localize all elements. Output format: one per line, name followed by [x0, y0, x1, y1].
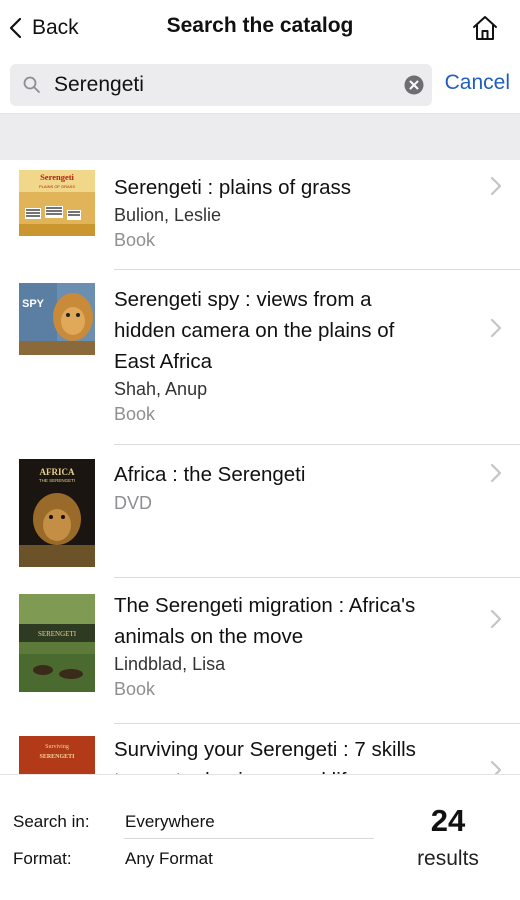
format-value[interactable]: Any Format [125, 849, 213, 869]
chevron-right-icon [490, 463, 502, 483]
book-cover-image: SERENGETI [19, 594, 95, 692]
results-count: 24 [430, 803, 466, 838]
search-field-container[interactable] [10, 64, 432, 106]
search-input[interactable] [54, 73, 384, 97]
search-in-row[interactable]: Search in: Everywhere [13, 812, 215, 832]
search-bar: Cancel [0, 56, 520, 114]
result-title: Serengeti : plains of grass [114, 176, 352, 199]
search-in-value[interactable]: Everywhere [125, 812, 215, 832]
search-in-label: Search in: [13, 812, 90, 831]
cover-subtitle-text: SERENGETI [39, 754, 75, 760]
cover-title-text: AFRICA [40, 467, 75, 477]
search-icon [23, 76, 40, 93]
result-title: Serengeti spy : views from a [114, 288, 372, 311]
book-cover-image: SPY [19, 283, 95, 355]
list-item[interactable]: SPY Serengeti spy : views from a hidden … [0, 270, 520, 445]
chevron-right-icon [490, 318, 502, 338]
book-cover-image: Surviving SERENGETI [19, 736, 95, 774]
result-author: Lindblad, Lisa [114, 654, 226, 674]
format-row[interactable]: Format: Any Format [13, 849, 213, 869]
cover-title-text: Surviving [45, 744, 69, 750]
result-author: Bulion, Leslie [114, 205, 222, 225]
result-format: Book [114, 679, 156, 699]
cover-subtitle-text: PLAINS OF GRASS [39, 184, 75, 189]
page-title: Search the catalog [166, 14, 354, 37]
dvd-cover-image: AFRICA THE SERENGETI [19, 459, 95, 567]
chevron-right-icon [490, 609, 502, 629]
clear-search-icon[interactable] [404, 75, 424, 95]
result-author: Shah, Anup [114, 379, 208, 399]
format-label: Format: [13, 849, 72, 868]
navigation-bar: Back Search the catalog [0, 0, 520, 56]
results-label: results [417, 847, 479, 870]
results-list[interactable]: Serengeti PLAINS OF GRASS Serengeti : pl… [0, 160, 520, 774]
result-format: Book [114, 404, 156, 424]
home-icon[interactable] [470, 13, 500, 43]
result-title-line: East Africa [114, 350, 212, 373]
chevron-right-icon [490, 760, 502, 774]
list-item[interactable]: Serengeti PLAINS OF GRASS Serengeti : pl… [0, 160, 520, 270]
cover-subtitle-text: THE SERENGETI [39, 478, 75, 483]
result-format: DVD [114, 493, 153, 513]
row-divider [124, 838, 374, 839]
result-title-line: hidden camera on the plains of [114, 319, 395, 342]
filter-summary-bar: Search in: Everywhere Format: Any Format… [0, 774, 520, 900]
list-item[interactable]: AFRICA THE SERENGETI Africa : the Sereng… [0, 445, 520, 578]
list-item[interactable]: Surviving SERENGETI Surviving your Seren… [0, 724, 520, 774]
result-title-line: to master business and life [114, 765, 480, 774]
cover-title-text: SPY [22, 298, 45, 310]
book-cover-image: Serengeti PLAINS OF GRASS [19, 170, 95, 236]
result-format: Book [114, 230, 156, 250]
result-title-line: animals on the move [114, 625, 304, 648]
cover-title-text: Serengeti [40, 172, 74, 182]
cancel-button[interactable]: Cancel [445, 71, 510, 95]
cover-title-text: SERENGETI [38, 630, 77, 638]
chevron-right-icon [490, 176, 502, 196]
list-item[interactable]: SERENGETI The Serengeti migration : Afri… [0, 578, 520, 724]
result-title: The Serengeti migration : Africa's [114, 594, 416, 617]
list-header-band [0, 114, 520, 160]
result-title: Africa : the Serengeti [114, 463, 306, 486]
result-title: Surviving your Serengeti : 7 skills [114, 738, 416, 761]
